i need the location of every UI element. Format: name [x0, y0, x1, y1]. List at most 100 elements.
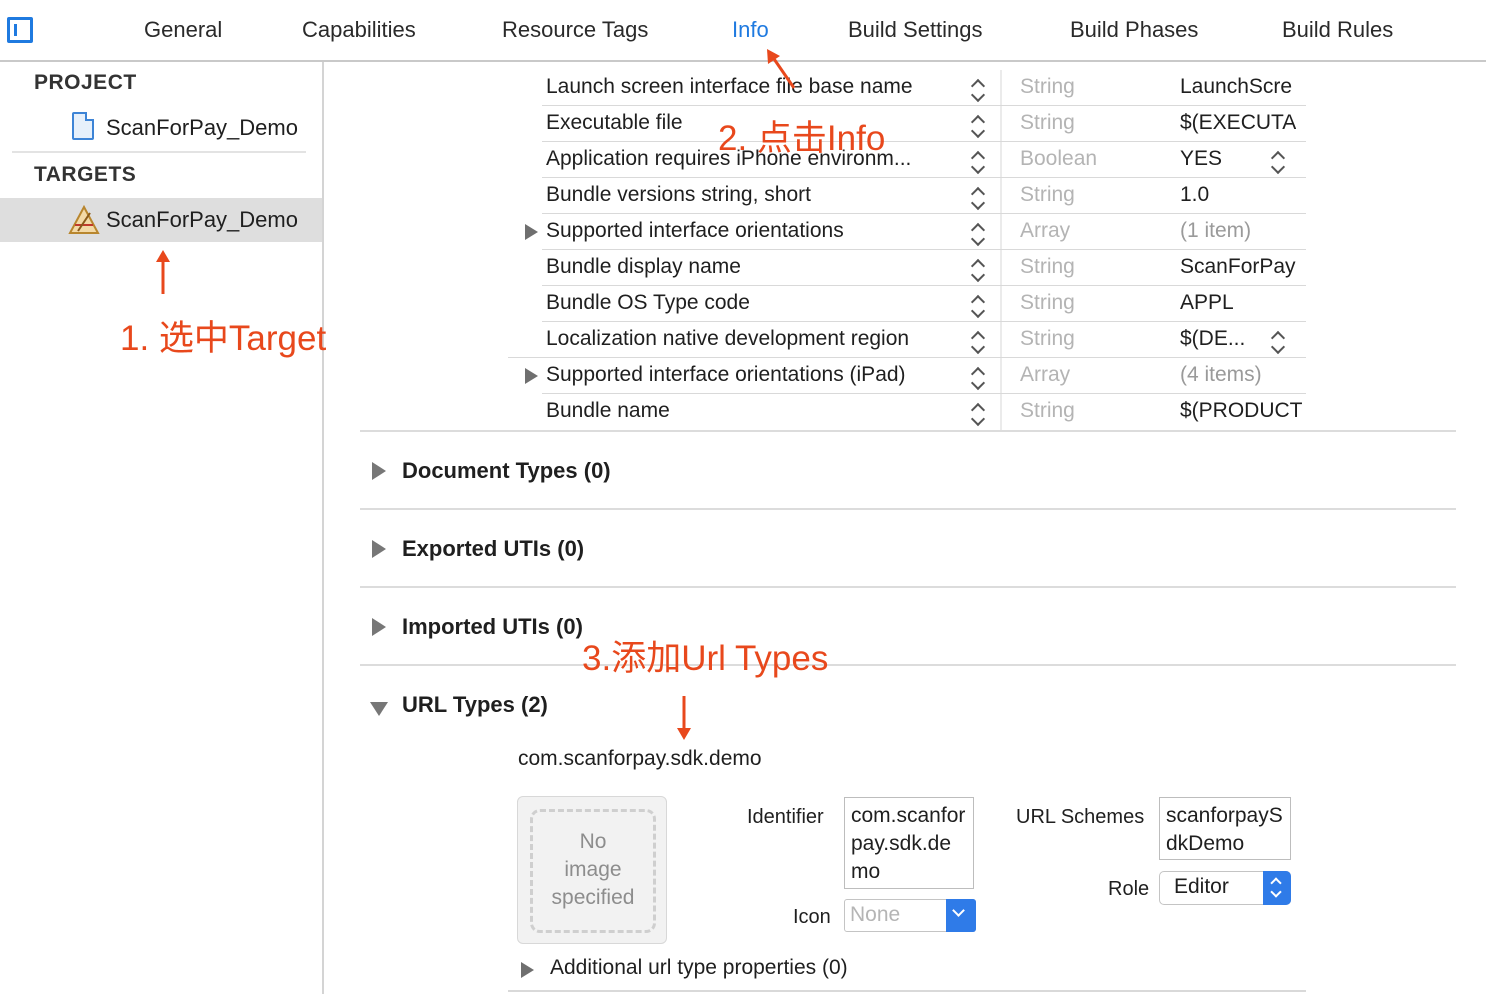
url-type-image-well[interactable]: No image specified — [517, 796, 667, 944]
plist-row[interactable]: Bundle OS Type code String APPL — [508, 286, 1306, 322]
plist-key: Launch screen interface file base name — [546, 75, 913, 98]
plist-row[interactable]: Supported interface orientations (iPad) … — [508, 358, 1306, 394]
tab-build-settings[interactable]: Build Settings — [848, 17, 983, 43]
sidebar-item-target[interactable]: ScanForPay_Demo — [0, 198, 322, 242]
identifier-label: Identifier — [747, 806, 824, 828]
plist-value[interactable]: $(PRODUCT — [1180, 399, 1303, 423]
plist-value[interactable]: 1.0 — [1180, 183, 1209, 207]
section-document-types[interactable]: Document Types (0) — [360, 432, 1456, 510]
annotation-step2: 2. 点击Info — [718, 119, 886, 158]
plist-row[interactable]: Localization native development region S… — [508, 322, 1306, 358]
plist-type[interactable]: Array — [1020, 363, 1070, 387]
disclosure-triangle-icon[interactable] — [372, 618, 386, 636]
plist-key: Executable file — [546, 111, 683, 134]
plist-type[interactable]: Array — [1020, 219, 1070, 243]
icon-popup[interactable]: None — [844, 899, 976, 932]
plist-row[interactable]: Bundle display name String ScanForPay — [508, 250, 1306, 286]
plist-value[interactable]: YES — [1180, 147, 1222, 171]
section-title: Document Types (0) — [402, 458, 611, 483]
plist-type[interactable]: String — [1020, 75, 1075, 99]
plist-row[interactable]: Executable file String $(EXECUTA — [508, 106, 1306, 142]
plist-key: Supported interface orientations — [546, 219, 844, 242]
sidebar-toggle-icon[interactable] — [7, 17, 33, 43]
key-stepper-icon[interactable] — [970, 364, 986, 392]
tab-build-rules[interactable]: Build Rules — [1282, 17, 1393, 43]
plist-key: Bundle versions string, short — [546, 183, 811, 206]
key-stepper-icon[interactable] — [970, 148, 986, 176]
column-divider — [1000, 70, 1002, 106]
disclosure-triangle-icon[interactable] — [372, 540, 386, 558]
role-popup[interactable]: Editor — [1159, 871, 1291, 905]
key-stepper-icon[interactable] — [970, 256, 986, 284]
disclosure-triangle-icon[interactable] — [521, 962, 534, 978]
disclosure-triangle-icon[interactable] — [525, 224, 538, 240]
tab-info[interactable]: Info — [732, 17, 769, 43]
plist-type[interactable]: String — [1020, 111, 1075, 135]
plist-type[interactable]: String — [1020, 183, 1075, 207]
plist-row[interactable]: Application requires iPhone environm... … — [508, 142, 1306, 178]
plist-value[interactable]: ScanForPay — [1180, 255, 1296, 279]
plist-key: Bundle name — [546, 399, 670, 422]
arrow-up-left-icon — [767, 49, 796, 89]
plist-row[interactable]: Launch screen interface file base name S… — [508, 70, 1306, 106]
role-popup-value: Editor — [1174, 875, 1229, 898]
tab-general[interactable]: General — [144, 17, 222, 43]
annotation-step3: 3.添加Url Types — [582, 639, 829, 678]
plist-value[interactable]: APPL — [1180, 291, 1234, 315]
sidebar-item-label: ScanForPay_Demo — [106, 207, 298, 232]
plist-type[interactable]: String — [1020, 255, 1075, 279]
column-divider — [1000, 286, 1002, 322]
section-title: Imported UTIs (0) — [402, 614, 583, 639]
plist-type[interactable]: String — [1020, 399, 1075, 423]
sidebar-item-project[interactable]: ScanForPay_Demo — [0, 106, 322, 150]
value-stepper-icon[interactable] — [1270, 328, 1286, 356]
disclosure-triangle-open-icon[interactable] — [370, 702, 388, 716]
chevron-updown-icon[interactable] — [1263, 871, 1291, 905]
section-imported-utis[interactable]: Imported UTIs (0) — [360, 588, 1456, 666]
additional-props-label: Additional url type properties (0) — [550, 956, 848, 979]
plist-row[interactable]: Supported interface orientations Array (… — [508, 214, 1306, 250]
key-stepper-icon[interactable] — [970, 292, 986, 320]
section-exported-utis[interactable]: Exported UTIs (0) — [360, 510, 1456, 588]
column-divider — [1000, 106, 1002, 142]
targets-section-header: TARGETS — [34, 163, 137, 186]
disclosure-triangle-icon[interactable] — [525, 368, 538, 384]
disclosure-triangle-icon[interactable] — [372, 462, 386, 480]
sidebar-item-label: ScanForPay_Demo — [106, 115, 298, 140]
tab-resource-tags[interactable]: Resource Tags — [502, 17, 648, 43]
plist-row[interactable]: Bundle name String $(PRODUCT — [508, 394, 1306, 430]
key-stepper-icon[interactable] — [970, 184, 986, 212]
key-stepper-icon[interactable] — [970, 328, 986, 356]
plist-key: Bundle display name — [546, 255, 741, 278]
section-url-types[interactable]: URL Types (2) — [360, 666, 1456, 726]
key-stepper-icon[interactable] — [970, 400, 986, 428]
section-title: URL Types (2) — [402, 692, 548, 717]
column-divider — [1000, 178, 1002, 214]
url-type-name: com.scanforpay.sdk.demo — [518, 747, 762, 770]
key-stepper-icon[interactable] — [970, 112, 986, 140]
key-stepper-icon[interactable] — [970, 76, 986, 104]
plist-type[interactable]: String — [1020, 291, 1075, 315]
image-well-text: image — [564, 858, 622, 881]
plist-type[interactable]: String — [1020, 327, 1075, 351]
additional-url-type-properties[interactable]: Additional url type properties (0) — [508, 950, 1306, 992]
url-schemes-field[interactable]: scanforpaySdkDemo — [1159, 797, 1291, 860]
key-stepper-icon[interactable] — [970, 220, 986, 248]
tab-capabilities[interactable]: Capabilities — [302, 17, 416, 43]
role-label: Role — [1108, 878, 1150, 900]
plist-type[interactable]: Boolean — [1020, 147, 1097, 171]
identifier-field[interactable]: com.scanforpay.sdk.demo — [844, 797, 974, 889]
plist-value[interactable]: LaunchScre — [1180, 75, 1292, 99]
value-stepper-icon[interactable] — [1270, 148, 1286, 176]
plist-row[interactable]: Bundle versions string, short String 1.0 — [508, 178, 1306, 214]
arrow-up-icon — [156, 250, 170, 294]
plist-value[interactable]: $(DE... — [1180, 327, 1245, 351]
plist-value[interactable]: $(EXECUTA — [1180, 111, 1296, 135]
annotation-step1: 1. 选中Target — [120, 319, 327, 358]
chevron-down-icon[interactable] — [946, 899, 976, 932]
icon-label: Icon — [793, 906, 831, 928]
tab-build-phases[interactable]: Build Phases — [1070, 17, 1198, 43]
column-divider — [1000, 358, 1002, 394]
image-well-text: No — [579, 830, 607, 853]
section-title: Exported UTIs (0) — [402, 536, 585, 561]
